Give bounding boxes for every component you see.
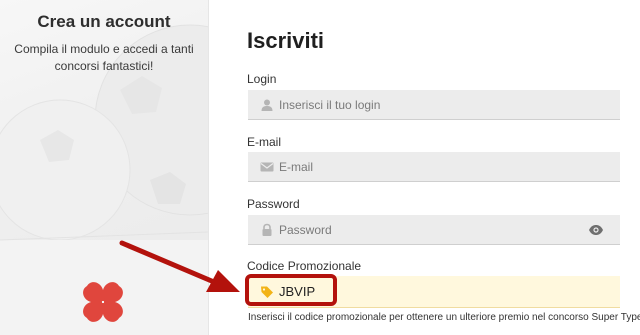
promo-code-hint: Inserisci il codice promozionale per ott…	[248, 312, 640, 323]
promo-panel: Crea un account Compila il modulo e acce…	[0, 0, 208, 335]
lock-icon	[262, 223, 272, 236]
login-label: Login	[247, 72, 277, 86]
email-placeholder: E-mail	[279, 160, 314, 174]
email-label: E-mail	[247, 135, 282, 149]
password-label: Password	[247, 197, 300, 211]
form-title: Iscriviti	[247, 28, 325, 53]
login-input[interactable]: Inserisci il tuo login	[248, 90, 620, 120]
password-placeholder: Password	[279, 223, 332, 237]
user-icon	[261, 99, 273, 111]
promo-code-label: Codice Promozionale	[247, 259, 362, 273]
clover-icon	[83, 282, 123, 322]
promo-title: Crea un account	[37, 12, 171, 31]
promo-code-highlight-box	[245, 274, 337, 306]
envelope-icon	[260, 162, 274, 172]
promo-subtitle: Compila il modulo e accedi a tanti conco…	[14, 42, 194, 73]
email-input[interactable]: E-mail	[248, 152, 620, 182]
password-input[interactable]: Password	[248, 215, 620, 245]
panel-divider	[208, 0, 209, 335]
eye-icon[interactable]	[588, 223, 604, 237]
login-placeholder: Inserisci il tuo login	[279, 98, 381, 112]
